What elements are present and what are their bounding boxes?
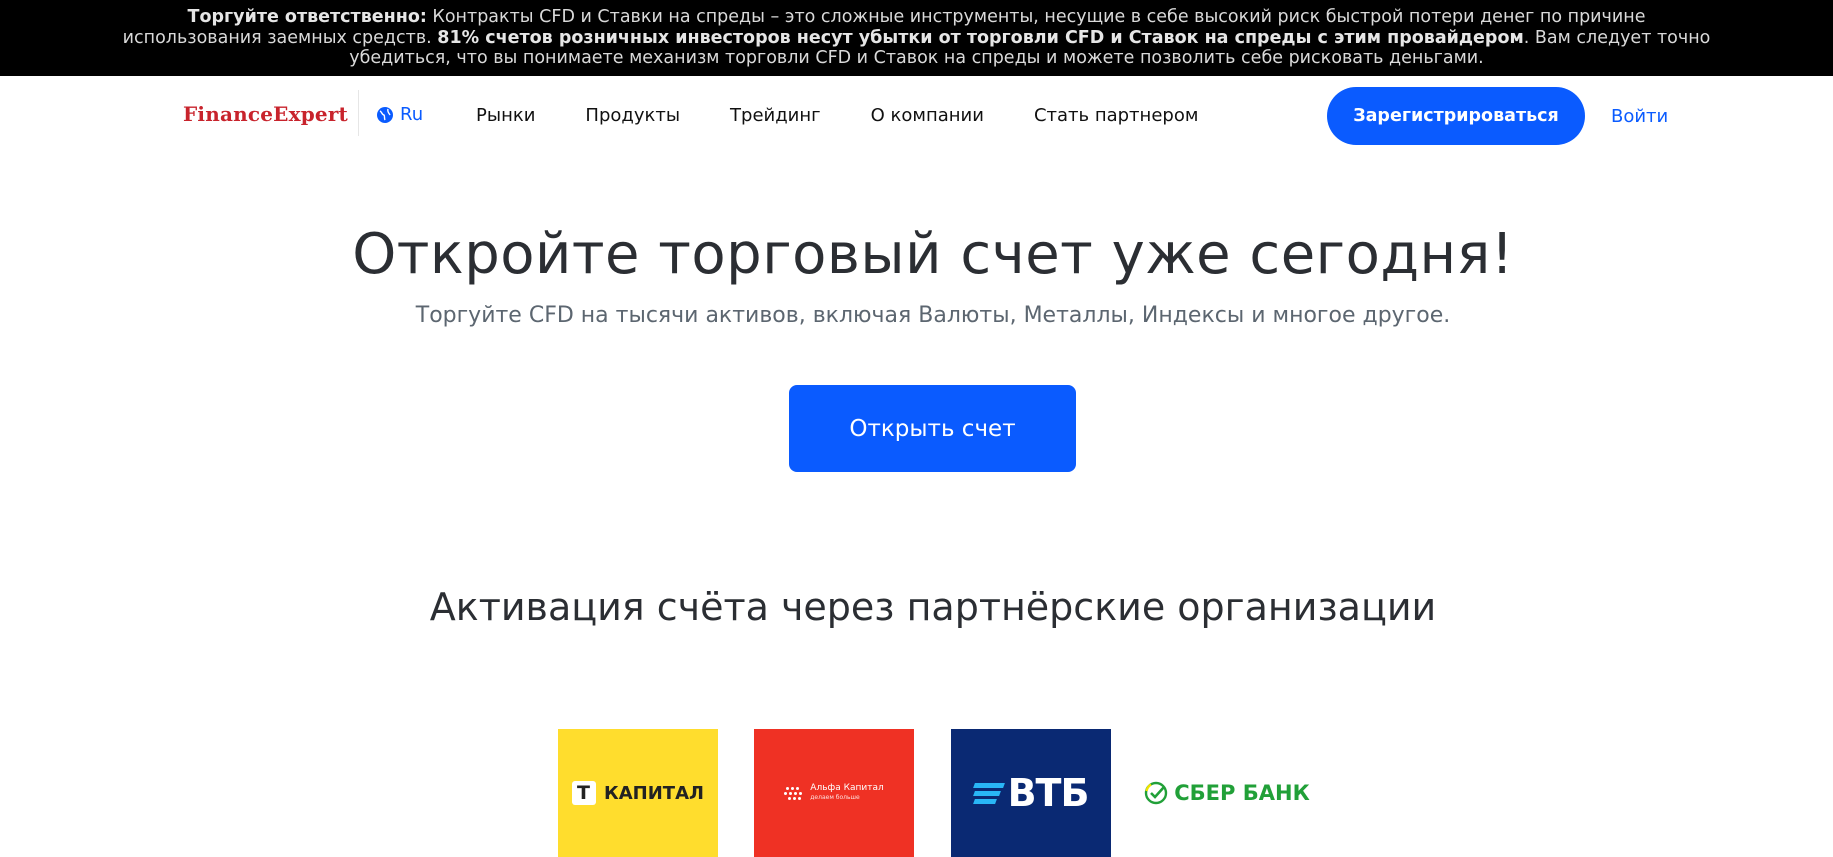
- open-account-button[interactable]: Открыть счет: [789, 385, 1076, 472]
- partner-vtb-name: ВТБ: [1007, 771, 1090, 815]
- login-link[interactable]: Войти: [1611, 106, 1668, 127]
- partner-t-kapital[interactable]: КАПИТАЛ: [558, 729, 718, 857]
- risk-warning-stat: 81% счетов розничных инвесторов несут уб…: [437, 27, 1524, 48]
- risk-warning-line3: убедиться, что вы понимаете механизм тор…: [349, 48, 1484, 68]
- risk-warning-lead: Торгуйте ответственно:: [187, 7, 427, 27]
- nav-item-markets[interactable]: Рынки: [476, 105, 535, 126]
- risk-warning-line1: Контракты CFD и Ставки на спреды – это с…: [426, 7, 1646, 27]
- t-shield-icon: [572, 781, 597, 805]
- vtb-lines-icon: [972, 782, 1005, 804]
- partner-vtb[interactable]: ВТБ: [951, 729, 1111, 857]
- globe-icon: [377, 106, 393, 123]
- vtb-logo: ВТБ: [972, 771, 1090, 815]
- nav-item-products[interactable]: Продукты: [585, 105, 680, 126]
- sber-check-icon: [1145, 781, 1168, 805]
- risk-warning-line2-end: . Вам следует точно: [1523, 27, 1711, 48]
- nav-divider: [358, 90, 359, 136]
- hero-title: Откройте торговый счет уже сегодня!: [352, 222, 1514, 287]
- partner-alfa-tagline: делаем больше: [810, 794, 860, 801]
- hero-subtitle: Торгуйте CFD на тысячи активов, включая …: [415, 303, 1451, 328]
- partners-title: Активация счёта через партнёрские органи…: [429, 585, 1437, 629]
- sber-logo: СБЕР БАНК: [1144, 781, 1310, 805]
- language-label: Ru: [400, 104, 424, 125]
- alfa-kapital-logo: Альфа Капитал делаем больше: [784, 783, 884, 802]
- partner-t-name: КАПИТАЛ: [604, 782, 704, 804]
- partner-alfa-name: Альфа Капитал: [810, 783, 884, 793]
- alfa-dots-icon: [784, 786, 804, 800]
- site-logo[interactable]: FinanceExpert: [183, 102, 348, 126]
- partner-alfa-kapital[interactable]: Альфа Капитал делаем больше: [754, 729, 914, 857]
- risk-warning-banner: Торгуйте ответственно: Контракты CFD и С…: [0, 0, 1833, 76]
- partner-sber[interactable]: СБЕР БАНК: [1144, 729, 1310, 857]
- nav-item-trading[interactable]: Трейдинг: [730, 105, 821, 126]
- language-selector[interactable]: Ru: [376, 104, 423, 125]
- nav-item-partner[interactable]: Стать партнером: [1034, 105, 1198, 126]
- risk-warning-line2-start: использования заемных средств.: [122, 27, 438, 48]
- main-nav: Рынки Продукты Трейдинг О компании Стать…: [476, 105, 1248, 126]
- partner-sber-name: СБЕР БАНК: [1174, 781, 1310, 805]
- top-navigation: FinanceExpert Ru Рынки Продукты Трейдинг…: [0, 76, 1833, 154]
- register-button[interactable]: Зарегистрироваться: [1327, 87, 1585, 145]
- t-kapital-logo: КАПИТАЛ: [572, 781, 704, 805]
- nav-item-about[interactable]: О компании: [871, 105, 984, 126]
